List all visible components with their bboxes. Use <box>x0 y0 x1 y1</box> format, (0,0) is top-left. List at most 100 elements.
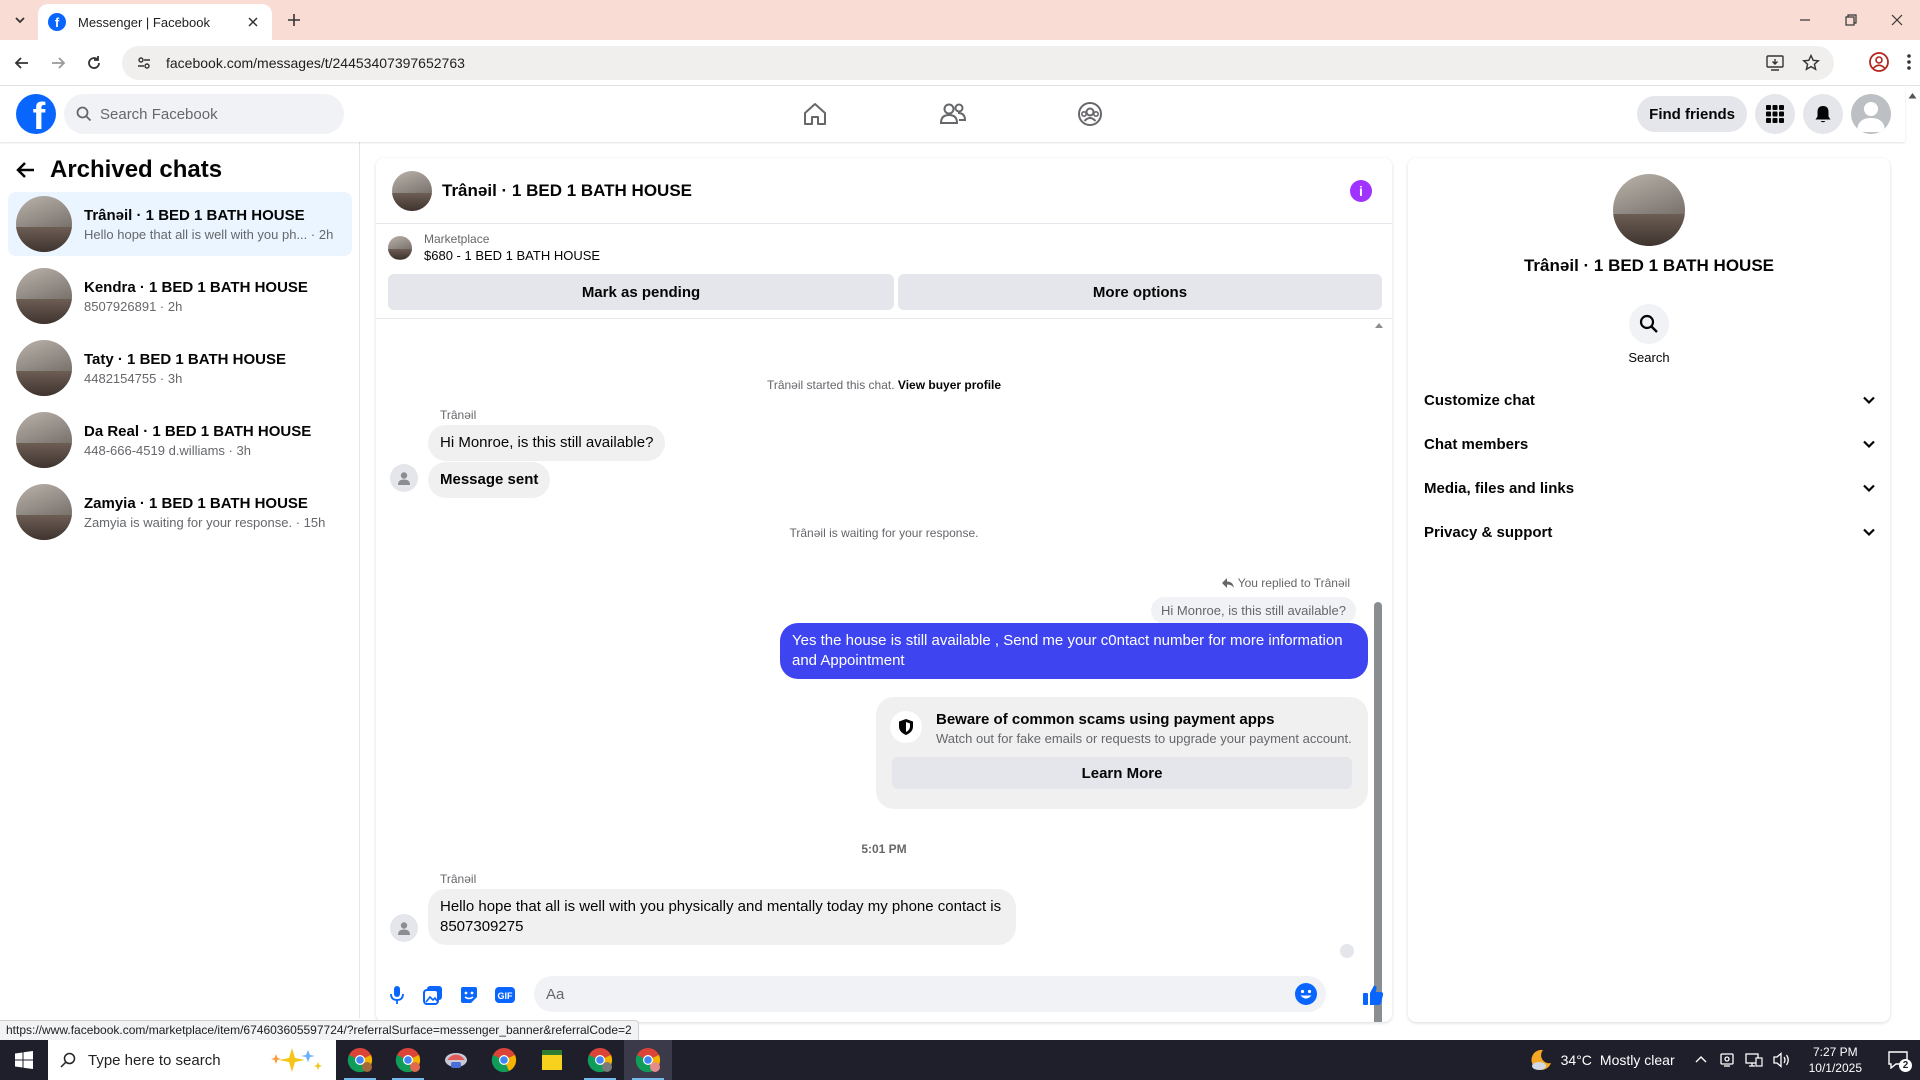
taskbar-chrome-icon[interactable] <box>480 1040 528 1080</box>
system-clock[interactable]: 7:27 PM 10/1/2025 <box>1809 1044 1862 1076</box>
thumbs-up-icon[interactable] <box>1360 982 1386 1008</box>
back-arrow-icon[interactable] <box>16 160 36 180</box>
sender-avatar[interactable] <box>390 464 418 492</box>
learn-more-button[interactable]: Learn More <box>892 757 1352 789</box>
chat-list-item[interactable]: Trânəil · 1 BED 1 BATH HOUSE Hello hope … <box>8 192 352 256</box>
customize-chat-section[interactable]: Customize chat <box>1424 382 1876 418</box>
restore-icon[interactable] <box>1828 0 1874 40</box>
tab-close-icon[interactable] <box>244 13 262 31</box>
taskbar-chrome-profile-1-icon[interactable] <box>336 1040 384 1080</box>
browser-profile-icon[interactable] <box>1868 51 1890 73</box>
browser-menu-kebab-icon[interactable] <box>1906 51 1912 73</box>
conversation-pane: Trânəil · 1 BED 1 BATH HOUSE i Marketpla… <box>376 158 1392 1022</box>
notification-center-icon[interactable]: 2 <box>1876 1040 1920 1080</box>
chat-list-item[interactable]: Da Real · 1 BED 1 BATH HOUSE 448-666-451… <box>8 408 352 472</box>
browser-tab-messenger[interactable]: f Messenger | Facebook <box>38 4 272 40</box>
windows-start-icon[interactable] <box>0 1040 48 1080</box>
browser-address-bar: facebook.com/messages/t/2445340739765276… <box>0 40 1920 86</box>
chevron-down-icon <box>1863 440 1875 449</box>
find-friends-button[interactable]: Find friends <box>1637 96 1747 132</box>
nav-home-icon[interactable] <box>760 86 870 142</box>
marketplace-banner[interactable]: Marketplace $680 - 1 BED 1 BATH HOUSE <box>388 232 600 263</box>
incoming-message[interactable]: Hello hope that all is well with you phy… <box>428 889 1016 945</box>
avatar <box>16 340 72 396</box>
conversation-avatar[interactable] <box>1613 174 1685 246</box>
nav-friends-icon[interactable] <box>898 86 1008 142</box>
avatar[interactable] <box>392 170 432 211</box>
nav-groups-icon[interactable] <box>1035 86 1145 142</box>
quoted-message[interactable]: Hi Monroe, is this still available? <box>1151 597 1356 624</box>
incoming-message[interactable]: Message sent <box>428 462 551 498</box>
media-files-links-section[interactable]: Media, files and links <box>1424 470 1876 506</box>
bookmark-star-icon[interactable] <box>1802 54 1820 72</box>
scroll-up-icon[interactable] <box>1908 92 1917 99</box>
outgoing-message[interactable]: Yes the house is still available , Send … <box>780 623 1368 679</box>
facebook-search-box[interactable] <box>64 94 344 134</box>
taskbar-chrome-profile-2-icon[interactable] <box>384 1040 432 1080</box>
volume-icon[interactable] <box>1772 1052 1791 1068</box>
chat-preview: 448-666-4519 d.williams · 3h <box>84 442 251 458</box>
back-arrow-icon[interactable] <box>10 51 34 75</box>
gif-icon[interactable]: GIF <box>492 982 518 1008</box>
network-icon[interactable] <box>1744 1052 1763 1068</box>
incoming-message[interactable]: Hi Monroe, is this still available? <box>428 425 666 461</box>
chat-members-section[interactable]: Chat members <box>1424 426 1876 462</box>
chat-started-text: Trânəil started this chat. <box>766 378 895 392</box>
temperature: 34°C <box>1560 1052 1592 1068</box>
clock-date: 10/1/2025 <box>1808 1061 1862 1075</box>
scroll-up-icon[interactable] <box>1374 321 1384 329</box>
sticker-icon[interactable] <box>456 982 482 1008</box>
page-scrollbar[interactable] <box>1905 86 1920 1020</box>
tab-search-chevron-icon[interactable] <box>8 8 32 32</box>
reload-icon[interactable] <box>82 51 106 75</box>
taskbar-chrome-profile-3-icon[interactable] <box>576 1040 624 1080</box>
notifications-bell-icon[interactable] <box>1803 94 1843 134</box>
marketplace-label: Marketplace <box>424 232 490 246</box>
view-buyer-profile-link[interactable]: View buyer profile <box>898 378 1001 392</box>
sender-avatar[interactable] <box>390 914 418 942</box>
attach-photo-icon[interactable] <box>420 982 446 1008</box>
weather-widget[interactable]: 34°C Mostly clear <box>1529 1048 1675 1072</box>
conversation-info-icon[interactable]: i <box>1350 180 1372 202</box>
conversation-title[interactable]: Trânəil · 1 BED 1 BATH HOUSE <box>442 181 692 201</box>
tray-chevron-up-icon[interactable] <box>1695 1054 1707 1066</box>
tab-title: Messenger | Facebook <box>78 14 210 30</box>
microphone-icon[interactable] <box>384 982 410 1008</box>
chat-name: Zamyia · 1 BED 1 BATH HOUSE <box>84 494 308 512</box>
taskbar-app-icon[interactable] <box>432 1040 480 1080</box>
taskbar-sticky-notes-icon[interactable] <box>528 1040 576 1080</box>
facebook-logo-icon[interactable]: f <box>16 94 56 134</box>
privacy-support-section[interactable]: Privacy & support <box>1424 514 1876 550</box>
chat-list-item[interactable]: Kendra · 1 BED 1 BATH HOUSE 8507926891 ·… <box>8 264 352 328</box>
taskbar-chrome-profile-4-icon[interactable] <box>624 1040 672 1080</box>
minimize-icon[interactable] <box>1782 0 1828 40</box>
scrollbar-thumb[interactable] <box>1374 602 1382 1022</box>
window-controls <box>1782 0 1920 40</box>
facebook-favicon-icon: f <box>48 13 66 31</box>
chat-list-item[interactable]: Zamyia · 1 BED 1 BATH HOUSE Zamyia is wa… <box>8 480 352 544</box>
weather-condition: Mostly clear <box>1599 1052 1675 1068</box>
url-omnibox[interactable]: facebook.com/messages/t/2445340739765276… <box>122 46 1834 80</box>
message-input[interactable] <box>546 985 1246 1003</box>
avatar <box>16 268 72 324</box>
install-app-icon[interactable] <box>1766 54 1784 72</box>
search-in-conversation-button[interactable] <box>1629 304 1669 344</box>
gif-icon-label: GIF <box>498 991 514 1001</box>
emoji-icon[interactable] <box>1294 982 1318 1006</box>
new-tab-plus-icon[interactable] <box>282 8 306 32</box>
reply-indicator: You replied to Trânəil <box>1221 576 1350 590</box>
taskbar-search-box[interactable]: Type here to search <box>48 1040 336 1080</box>
facebook-search-input[interactable] <box>100 105 320 123</box>
message-input-box[interactable] <box>534 976 1326 1012</box>
tray-app-icon[interactable] <box>1719 1052 1735 1068</box>
site-info-icon[interactable] <box>136 55 152 71</box>
conversation-name: Trânəil · 1 BED 1 BATH HOUSE <box>1523 256 1774 275</box>
menu-grid-icon[interactable] <box>1755 94 1795 134</box>
close-window-icon[interactable] <box>1874 0 1920 40</box>
account-avatar[interactable] <box>1851 94 1891 134</box>
avatar <box>16 196 72 252</box>
chat-list-item[interactable]: Taty · 1 BED 1 BATH HOUSE 4482154755 · 3… <box>8 336 352 400</box>
mark-as-pending-button[interactable]: Mark as pending <box>388 274 894 310</box>
forward-arrow-icon[interactable] <box>46 51 70 75</box>
more-options-button[interactable]: More options <box>898 274 1382 310</box>
